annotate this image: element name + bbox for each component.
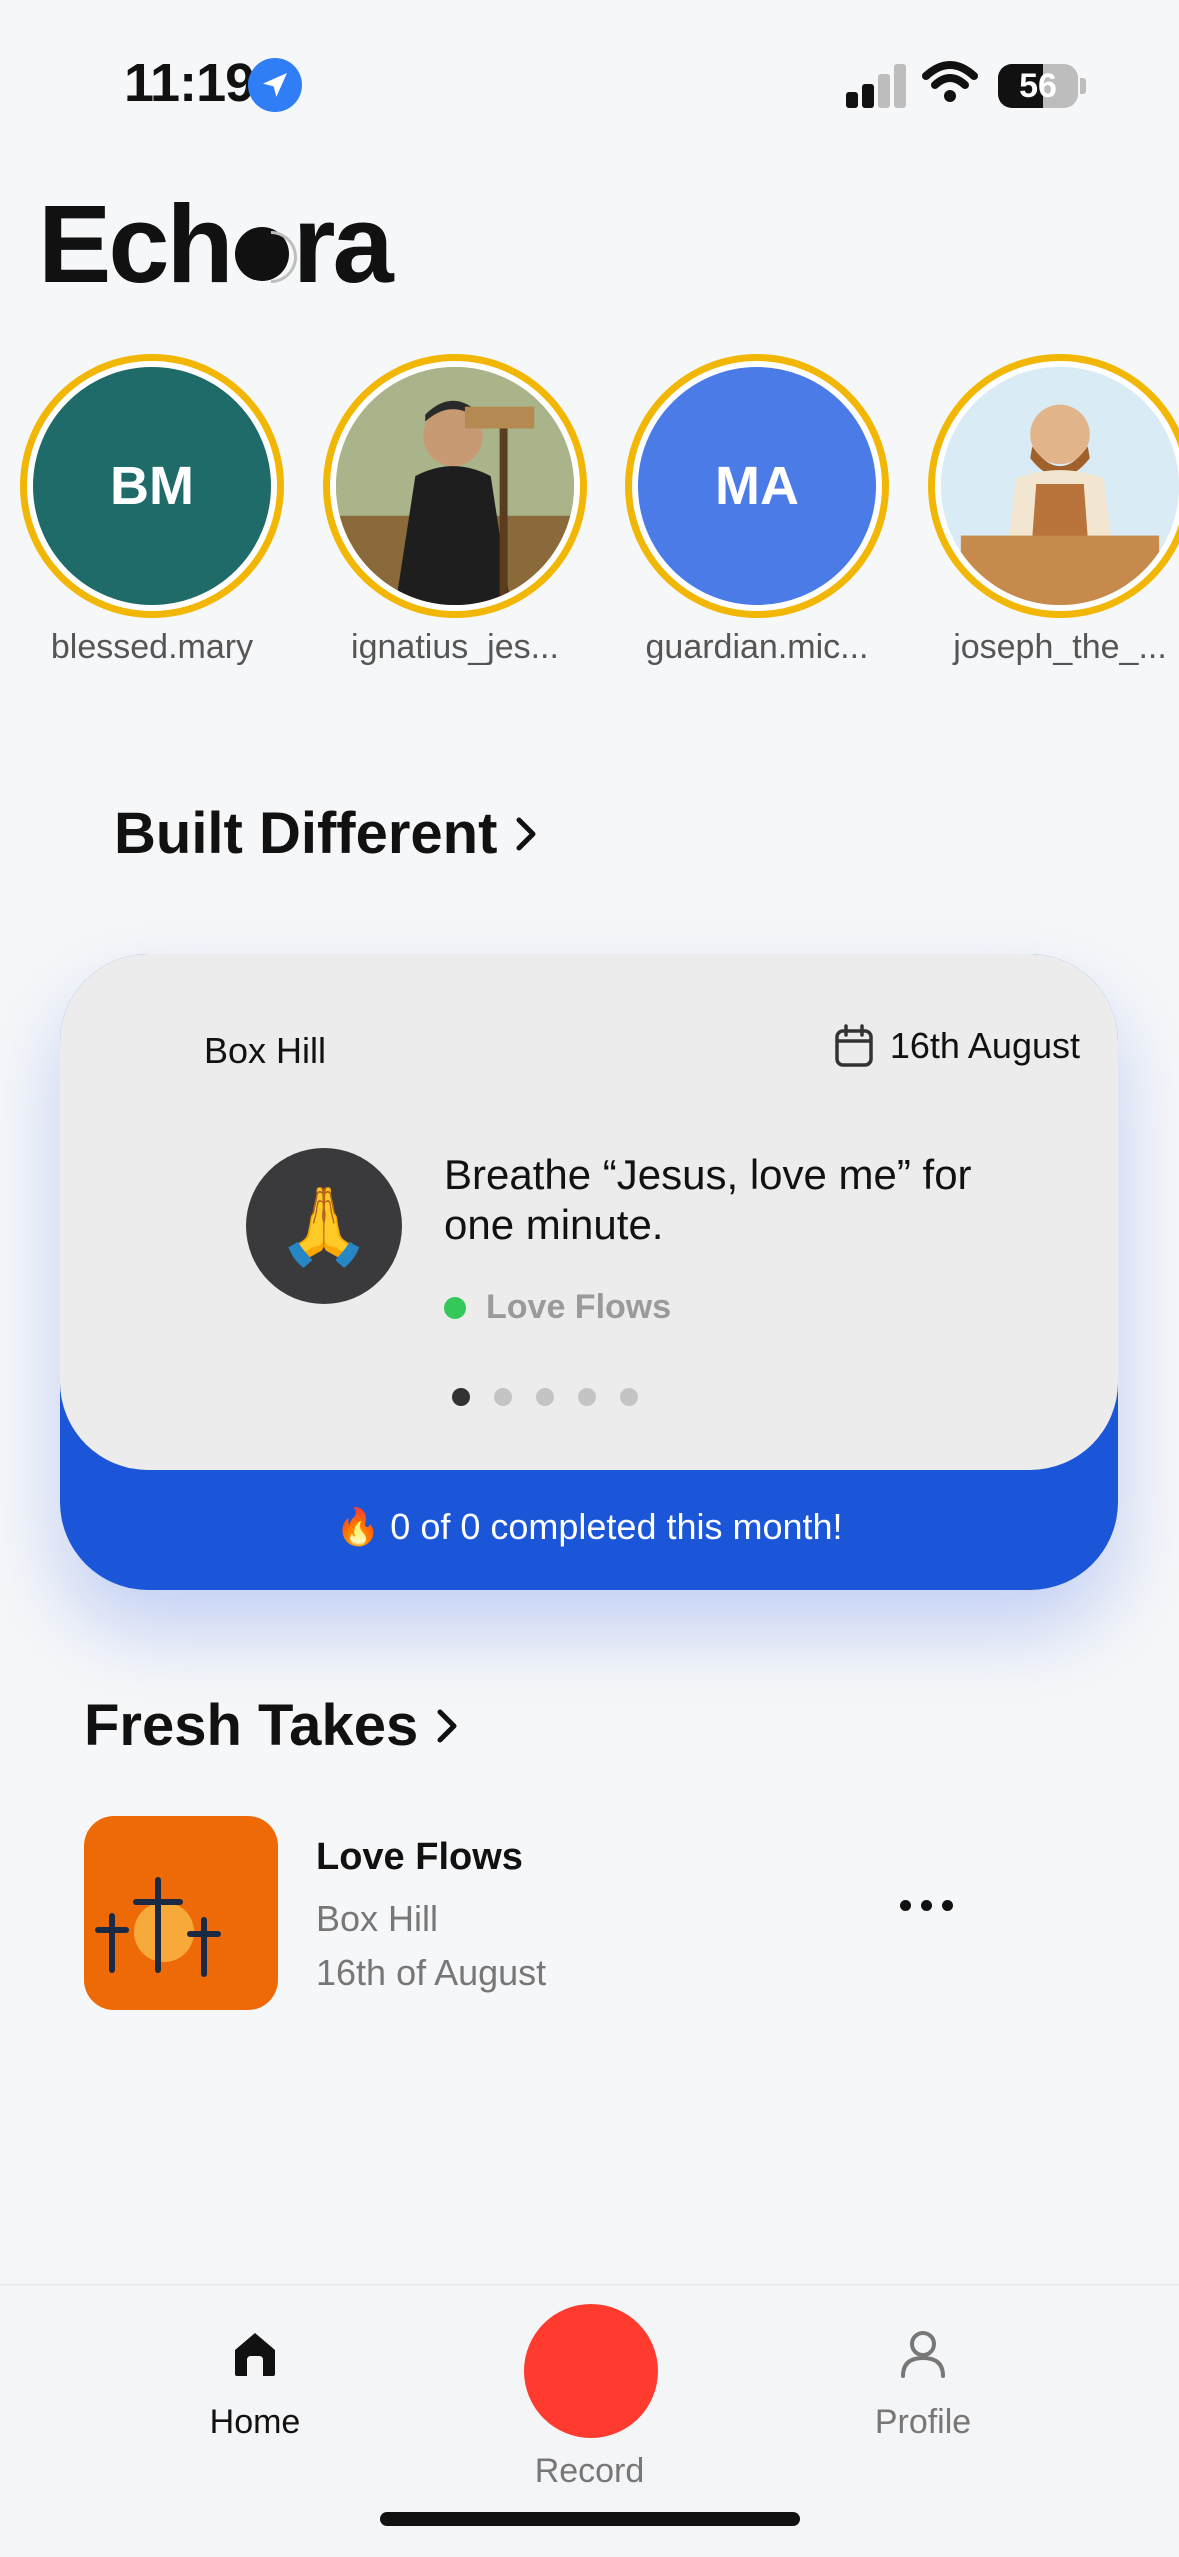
three-crosses-icon (95, 1877, 221, 1977)
home-indicator (380, 2512, 800, 2526)
story-ignatius[interactable]: ignatius_jes... (317, 354, 593, 667)
take-location: Box Hill (316, 1898, 439, 1939)
app-logo: Ech ra (38, 183, 394, 306)
monthly-progress-text: 0 of 0 completed this month! (390, 1506, 843, 1547)
story-ring (928, 354, 1179, 618)
battery-icon: 56 (998, 64, 1078, 108)
profile-icon (901, 2331, 945, 2378)
section-title: Built Different (114, 801, 498, 866)
tab-profile[interactable]: Profile (858, 2328, 988, 2442)
built-different-header[interactable]: Built Different (114, 800, 539, 867)
tab-home[interactable]: Home (196, 2328, 314, 2442)
page-dot[interactable] (536, 1388, 554, 1406)
story-ring (323, 354, 587, 618)
battery-percent: 56 (1019, 66, 1057, 105)
card-location: Box Hill (204, 1030, 327, 1071)
story-name: guardian.mic... (645, 628, 869, 666)
calendar-icon (835, 1024, 873, 1067)
story-name: blessed.mary (50, 628, 254, 666)
card-tag-label: Love Flows (486, 1288, 672, 1326)
card-date: 16th August (834, 1024, 1080, 1068)
card-date-text: 16th August (889, 1025, 1080, 1066)
avatar (330, 361, 580, 611)
challenge-card-body[interactable]: Box Hill 16th August 🙏 Breathe “Jesus, l… (60, 954, 1118, 1470)
story-ring: MA (625, 354, 889, 618)
location-arrow-icon (248, 58, 302, 112)
avatar-initials: MA (715, 456, 799, 516)
section-title: Fresh Takes (84, 1693, 419, 1758)
monthly-progress: 🔥 0 of 0 completed this month! (60, 1506, 1118, 1548)
take-thumbnail (84, 1816, 278, 2010)
status-time: 11:19 (124, 53, 255, 113)
story-guardian[interactable]: MA guardian.mic... (619, 354, 895, 667)
battery-tip (1080, 78, 1086, 94)
tag-dot-icon (444, 1296, 466, 1319)
avatar-initials: BM (110, 456, 194, 516)
wifi-icon (922, 61, 978, 102)
card-prompt: Breathe “Jesus, love me” for one minute. (444, 1151, 972, 1248)
story-blessed-mary[interactable]: BM blessed.mary (14, 354, 290, 667)
logo-o-mark (234, 227, 289, 281)
app-name-start: Ech (38, 183, 234, 306)
page-dot[interactable] (620, 1388, 638, 1406)
avatar: MA (632, 361, 882, 611)
challenge-card[interactable]: Box Hill 16th August 🙏 Breathe “Jesus, l… (60, 954, 1118, 1590)
take-date: 16th of August (316, 1952, 547, 1993)
stories-row: BM blessed.mary ignatius_jes... MA guard… (0, 354, 1179, 684)
avatar-illustration-icon (336, 367, 574, 605)
record-button[interactable] (524, 2304, 658, 2438)
page-indicator[interactable] (60, 1388, 1118, 1406)
page-dot[interactable] (494, 1388, 512, 1406)
tab-profile-label: Profile (874, 2403, 972, 2441)
story-ring: BM (20, 354, 284, 618)
chevron-right-icon (437, 1709, 457, 1742)
tab-home-label: Home (209, 2403, 301, 2441)
story-name: joseph_the_... (953, 628, 1167, 666)
avatar-illustration-icon (941, 367, 1179, 605)
story-name: ignatius_jes... (351, 628, 559, 666)
avatar: BM (27, 361, 277, 611)
more-options-icon[interactable] (900, 1900, 953, 1911)
take-title: Love Flows (316, 1836, 523, 1878)
fire-icon: 🔥 (335, 1506, 381, 1547)
status-bar: 11:19 56 (0, 0, 1179, 170)
card-tag: Love Flows (444, 1288, 671, 1327)
story-joseph[interactable]: joseph_the_... (922, 354, 1179, 667)
fresh-takes-header[interactable]: Fresh Takes (84, 1692, 460, 1759)
avatar (935, 361, 1179, 611)
praying-hands-icon: 🙏 (246, 1148, 402, 1304)
cellular-signal-icon (846, 64, 906, 108)
page-dot[interactable] (452, 1388, 470, 1406)
page-dot[interactable] (578, 1388, 596, 1406)
chevron-right-icon (516, 817, 536, 850)
app-name-end: ra (292, 183, 394, 306)
home-icon (235, 2333, 275, 2376)
record-label: Record (534, 2452, 645, 2490)
